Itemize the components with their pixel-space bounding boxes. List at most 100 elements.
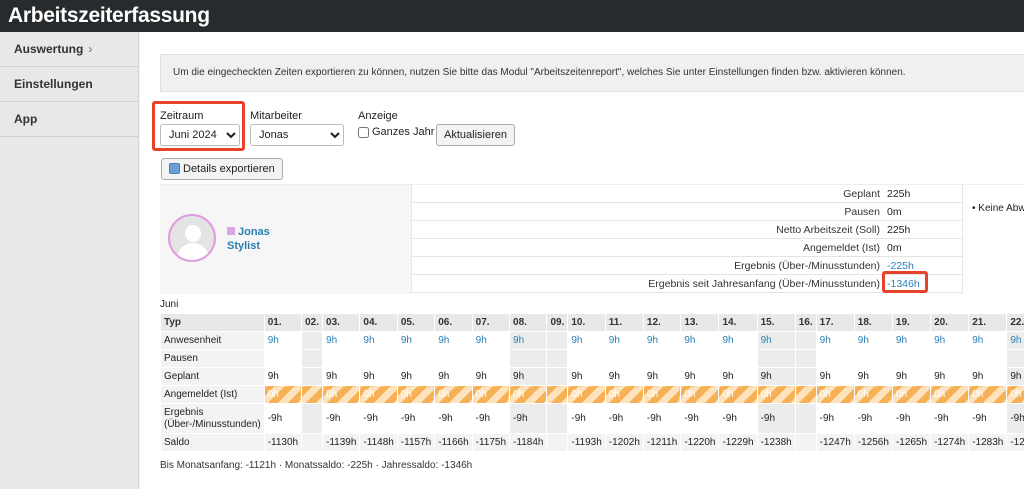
table-cell[interactable]: 9h bbox=[471, 331, 511, 350]
table-header-day: 12. bbox=[642, 313, 682, 332]
summary-label: Netto Arbeitszeit (Soll) bbox=[776, 224, 880, 236]
ganzes-jahr-checkbox[interactable]: Ganzes Jahr bbox=[358, 126, 434, 138]
table-cell[interactable]: 9h bbox=[263, 331, 303, 350]
table-cell bbox=[359, 349, 398, 368]
table-cell: -1148h bbox=[359, 433, 398, 452]
summary-value: 225h bbox=[887, 188, 911, 200]
table-cell[interactable]: 9h bbox=[680, 331, 720, 350]
employee-name[interactable]: Jonas bbox=[227, 226, 270, 238]
table-header-day: 02. bbox=[301, 313, 324, 332]
details-exportieren-button[interactable]: Details exportieren bbox=[161, 158, 283, 180]
table-cell: 0h bbox=[642, 385, 682, 404]
table-cell[interactable]: 9h bbox=[968, 331, 1008, 350]
table-cell bbox=[546, 349, 569, 368]
table-header-day: 07. bbox=[471, 313, 511, 332]
table-cell: 0h bbox=[434, 385, 473, 404]
table-cell: -9h bbox=[968, 403, 1008, 434]
mitarbeiter-label: Mitarbeiter bbox=[250, 110, 302, 122]
table-cell[interactable]: 9h bbox=[642, 331, 682, 350]
table-cell: -1193h bbox=[567, 433, 606, 452]
table-cell: 0h bbox=[604, 385, 644, 404]
table-cell bbox=[546, 433, 569, 452]
table-header-day: 14. bbox=[718, 313, 758, 332]
table-cell[interactable]: 9h bbox=[604, 331, 644, 350]
table-cell: -1139h bbox=[322, 433, 361, 452]
summary-row: Ergebnis seit Jahresanfang (Über-/Minuss… bbox=[413, 275, 962, 293]
table-cell[interactable]: 9h bbox=[396, 331, 436, 350]
ganzes-jahr-input[interactable] bbox=[358, 126, 369, 138]
table-cell[interactable]: 9h bbox=[853, 331, 893, 350]
table-header-day: 10. bbox=[567, 313, 606, 332]
color-square-icon bbox=[227, 227, 235, 235]
table-cell[interactable]: 9h bbox=[718, 331, 758, 350]
ganzes-jahr-label: Ganzes Jahr bbox=[372, 126, 435, 138]
table-row: Angemeldet (Ist) 0h 0h 0h 0h 0h 0h 0h 0h 0h 0h 0h 0h… bbox=[160, 385, 1024, 404]
table-cell bbox=[509, 349, 548, 368]
summary-label: Ergebnis seit Jahresanfang (Über-/Minuss… bbox=[648, 278, 880, 290]
table-cell[interactable]: 9h bbox=[434, 331, 473, 350]
table-cell: -1283h bbox=[968, 433, 1008, 452]
sidebar-item-label: Einstellungen bbox=[14, 77, 93, 91]
sidebar-item-einstellungen[interactable]: Einstellungen bbox=[0, 67, 138, 102]
summary-row: Pausen 0m bbox=[413, 203, 962, 221]
table-cell bbox=[396, 349, 436, 368]
row-label: Ergebnis (Über-/Minusstunden) bbox=[160, 403, 265, 434]
table-cell bbox=[301, 385, 324, 404]
table-cell: 9h bbox=[471, 367, 511, 386]
table-cell: -9h bbox=[1006, 403, 1024, 434]
table-cell bbox=[546, 403, 569, 434]
summary-row: Angemeldet (Ist) 0m bbox=[413, 239, 962, 257]
table-cell[interactable]: 9h bbox=[891, 331, 932, 350]
table-cell: -1166h bbox=[434, 433, 473, 452]
table-cell: 9h bbox=[853, 367, 893, 386]
sidebar-item-auswertung[interactable]: Auswertung › bbox=[0, 32, 138, 67]
table-cell bbox=[642, 349, 682, 368]
top-bar: Arbeitszeiterfassung bbox=[0, 0, 1024, 32]
avatar bbox=[168, 214, 216, 262]
table-cell bbox=[815, 349, 855, 368]
table-header-day: 15. bbox=[756, 313, 796, 332]
table-header-day: 11. bbox=[604, 313, 644, 332]
table-cell bbox=[263, 349, 303, 368]
table-cell: -1220h bbox=[680, 433, 720, 452]
table-cell bbox=[301, 349, 324, 368]
table-cell: 0h bbox=[756, 385, 796, 404]
table-header-day: 18. bbox=[853, 313, 893, 332]
table-cell bbox=[604, 349, 644, 368]
table-cell: -9h bbox=[359, 403, 398, 434]
table-header-day: 20. bbox=[930, 313, 970, 332]
export-icon bbox=[169, 163, 180, 174]
row-label: Pausen bbox=[160, 349, 265, 368]
table-cell[interactable]: 9h bbox=[567, 331, 606, 350]
table-header-day: 03. bbox=[322, 313, 361, 332]
table-cell bbox=[567, 349, 606, 368]
table-cell[interactable]: 9h bbox=[930, 331, 970, 350]
row-label: Angemeldet (Ist) bbox=[160, 385, 265, 404]
table-row: Ergebnis (Über-/Minusstunden) -9h -9h -9h -9… bbox=[160, 403, 1024, 434]
app-title: Arbeitszeiterfassung bbox=[8, 4, 210, 27]
summary-label: Ergebnis (Über-/Minusstunden) bbox=[734, 260, 880, 272]
table-cell[interactable]: 9h bbox=[756, 331, 796, 350]
table-cell: 9h bbox=[396, 367, 436, 386]
table-cell[interactable]: 9h bbox=[322, 331, 361, 350]
table-cell: -9h bbox=[930, 403, 970, 434]
month-label: Juni bbox=[160, 299, 179, 310]
table-cell bbox=[968, 349, 1008, 368]
table-cell[interactable]: 9h bbox=[815, 331, 855, 350]
table-cell[interactable]: 9h bbox=[509, 331, 548, 350]
table-cell bbox=[794, 331, 817, 350]
table-cell: 0h bbox=[359, 385, 398, 404]
table-cell: 0h bbox=[968, 385, 1008, 404]
info-notice: Um die eingecheckten Zeiten exportieren … bbox=[160, 54, 1024, 92]
mitarbeiter-select[interactable]: Jonas bbox=[250, 124, 344, 146]
table-cell[interactable]: 9h bbox=[359, 331, 398, 350]
table-cell: -1211h bbox=[642, 433, 682, 452]
table-cell: -9h bbox=[680, 403, 720, 434]
table-cell[interactable]: 9h bbox=[1006, 331, 1024, 350]
aktualisieren-button[interactable]: Aktualisieren bbox=[436, 124, 515, 146]
table-cell: 9h bbox=[604, 367, 644, 386]
table-cell: -9h bbox=[322, 403, 361, 434]
sidebar-item-app[interactable]: App bbox=[0, 102, 138, 137]
table-cell bbox=[930, 349, 970, 368]
table-cell bbox=[546, 331, 569, 350]
